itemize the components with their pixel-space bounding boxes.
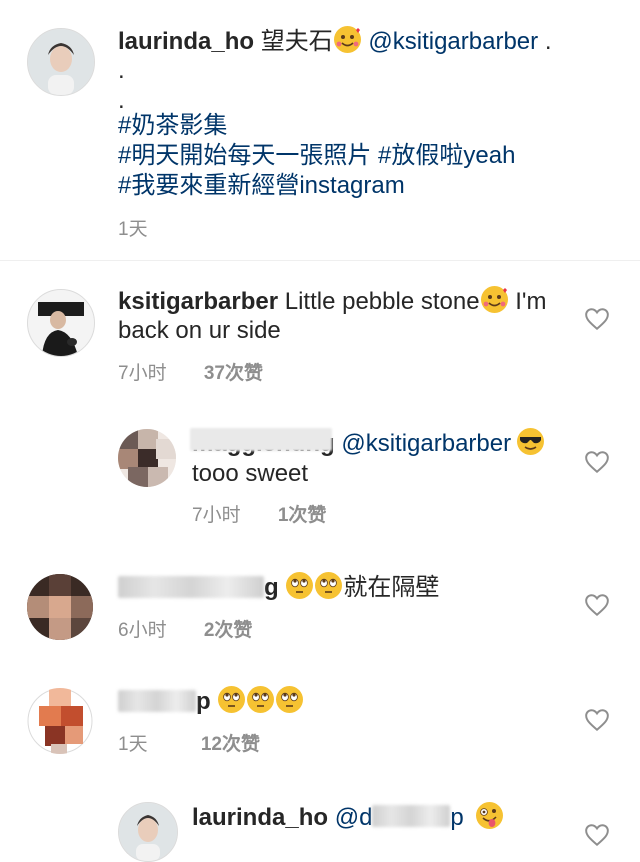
face-with-rolling-eyes-emoji	[276, 686, 304, 713]
face-with-rolling-eyes-emoji	[247, 686, 275, 713]
face-with-rolling-eyes-emoji	[315, 572, 343, 599]
comment-2-mention[interactable]: @ksitigarbarber	[341, 430, 511, 457]
username-redaction	[190, 428, 332, 451]
comment-5-line-1: laurinda_ho @d p	[192, 802, 504, 833]
caption-text: 望夫石	[260, 28, 333, 55]
avatar-photo	[119, 803, 177, 861]
avatar-blurred-photo	[27, 574, 93, 640]
comment-2-line-2: tooo sweet	[192, 460, 309, 487]
username-redaction	[118, 576, 264, 598]
hashtag-2[interactable]: #明天開始每天一張照片	[118, 142, 371, 169]
heart-outline-icon[interactable]	[584, 307, 610, 331]
comment-4-username[interactable]: p	[118, 688, 211, 715]
comment-1-meta: 7小时 37次赞	[118, 358, 263, 385]
hashtag-3[interactable]: #放假啦yeah	[378, 142, 515, 169]
comment-3-time: 6小时	[118, 620, 167, 641]
comment-3-likes[interactable]: 2次赞	[204, 620, 253, 641]
caption-mention[interactable]: @ksitigarbarber	[368, 28, 538, 55]
zany-face-emoji	[476, 802, 504, 829]
caption-divider	[0, 260, 640, 261]
comment-2-likes[interactable]: 1次赞	[278, 505, 327, 526]
comment-1-likes[interactable]: 37次赞	[204, 363, 263, 384]
comment-4-meta: 1天 12次赞	[118, 729, 260, 756]
comment-3-username[interactable]: g	[118, 574, 279, 601]
comment-4-time: 1天	[118, 734, 148, 755]
avatar[interactable]	[118, 802, 178, 862]
comment-3-username-text: g	[264, 574, 279, 601]
caption-time: 1天	[118, 219, 148, 240]
comment-4-username-text: p	[196, 688, 211, 715]
avatar[interactable]	[27, 688, 93, 754]
comment-5-mention-end: p	[450, 804, 464, 831]
caption-hashtags-line: #明天開始每天一張照片 #放假啦yeah	[118, 141, 515, 171]
avatar[interactable]	[118, 429, 176, 487]
avatar-blurred-photo	[27, 688, 93, 754]
comment-1-text: Little pebble stone	[284, 288, 480, 315]
heart-outline-icon[interactable]	[584, 708, 610, 732]
comment-3-meta: 6小时 2次赞	[118, 615, 252, 642]
comment-2-username[interactable]: maggienung	[190, 428, 335, 457]
avatar-photo	[28, 290, 94, 356]
comment-1-line-1: ksitigarbarber Little pebble stone I'm	[118, 286, 546, 317]
hashtag-4[interactable]: #我要來重新經營instagram	[118, 171, 405, 201]
face-with-rolling-eyes-emoji	[218, 686, 246, 713]
comment-5-mention[interactable]: @d p	[335, 804, 464, 831]
avatar-blurred-photo	[118, 429, 176, 487]
username-redaction	[118, 690, 196, 712]
comment-5-mention-start: @d	[334, 804, 373, 831]
hashtag-1[interactable]: #奶茶影集	[118, 111, 227, 141]
caption-username[interactable]: laurinda_ho	[118, 28, 254, 55]
caption-trailing: .	[544, 28, 552, 55]
heart-outline-icon[interactable]	[584, 450, 610, 474]
comment-3-line-1: g 就在隔壁	[118, 572, 439, 603]
smiling-face-with-hearts-emoji	[480, 286, 508, 313]
smiling-face-with-hearts-emoji	[333, 26, 361, 53]
comment-1-username[interactable]: ksitigarbarber	[118, 288, 278, 315]
mention-redaction	[372, 805, 451, 827]
face-with-rolling-eyes-emoji	[286, 572, 314, 599]
caption-line-1: laurinda_ho 望夫石 @ksitigarbarber .	[118, 26, 551, 57]
comment-4-likes[interactable]: 12次赞	[201, 734, 260, 755]
comment-3-text: 就在隔壁	[343, 574, 440, 601]
comment-1-text-after: I'm	[508, 288, 547, 315]
comment-2-time: 7小时	[192, 505, 241, 526]
comment-5-username[interactable]: laurinda_ho	[192, 804, 328, 831]
comment-1-time: 7小时	[118, 363, 167, 384]
comment-1-line-2: back on ur side	[118, 317, 281, 344]
avatar[interactable]	[27, 28, 95, 96]
heart-outline-icon[interactable]	[584, 593, 610, 617]
heart-outline-icon[interactable]	[584, 823, 610, 847]
avatar[interactable]	[27, 574, 93, 640]
comment-2-line-1: maggienung @ksitigarbarber	[190, 428, 545, 459]
comment-2-meta: 7小时 1次赞	[192, 500, 326, 527]
caption-dot-1: .	[118, 57, 125, 84]
avatar-photo	[28, 29, 94, 95]
avatar[interactable]	[27, 289, 95, 357]
smiling-face-with-sunglasses-emoji	[517, 428, 545, 455]
comment-4-line-1: p	[118, 686, 304, 717]
